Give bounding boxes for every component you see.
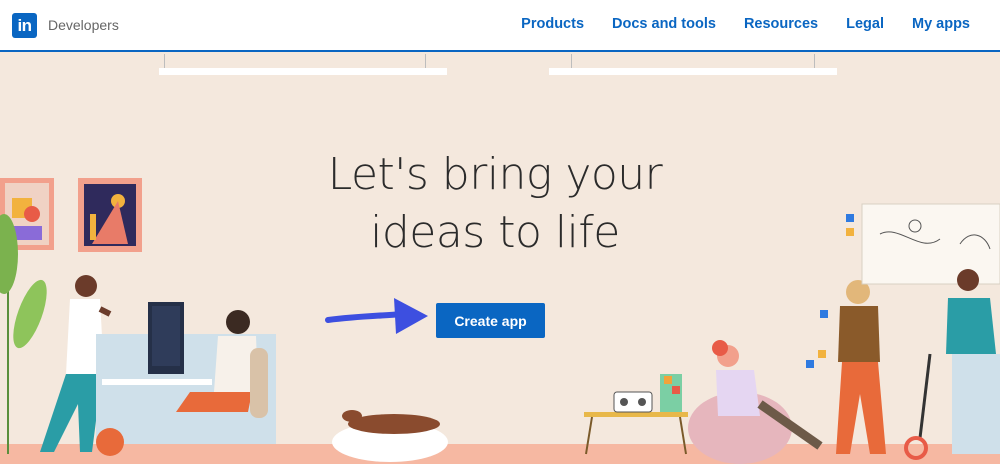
person-in-beanbag bbox=[688, 340, 823, 464]
person-right-edge bbox=[904, 269, 1000, 460]
wall-art-right bbox=[78, 178, 142, 252]
brand-label[interactable]: Developers bbox=[48, 17, 119, 33]
main-nav: Products Docs and tools Resources Legal … bbox=[521, 16, 970, 32]
hero-headline-line-1: Let's bring your bbox=[327, 149, 663, 200]
hero-headline: Let's bring your ideas to life bbox=[260, 146, 730, 262]
hero-section: Let's bring your ideas to life Create ap… bbox=[0, 54, 1000, 464]
nav-item-resources[interactable]: Resources bbox=[744, 16, 818, 32]
top-navigation-bar: in Developers Products Docs and tools Re… bbox=[0, 0, 1000, 52]
nav-item-legal[interactable]: Legal bbox=[846, 16, 884, 32]
dog-on-cushion bbox=[332, 410, 448, 462]
nav-item-docs-and-tools[interactable]: Docs and tools bbox=[612, 16, 716, 32]
linkedin-logo-icon[interactable]: in bbox=[12, 13, 37, 38]
whiteboard bbox=[846, 203, 1000, 285]
person-with-sticky-notes bbox=[806, 280, 886, 454]
hero-headline-line-2: ideas to life bbox=[370, 207, 620, 258]
nav-item-my-apps[interactable]: My apps bbox=[912, 16, 970, 32]
arrow-right-icon bbox=[325, 298, 428, 334]
side-table bbox=[584, 374, 688, 455]
create-app-button[interactable]: Create app bbox=[436, 303, 545, 338]
nav-item-products[interactable]: Products bbox=[521, 16, 584, 32]
